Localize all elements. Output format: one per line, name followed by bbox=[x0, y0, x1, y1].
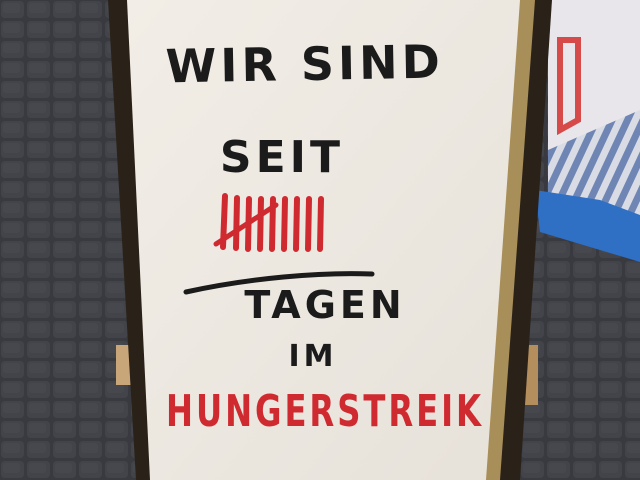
photo-scene: WIR SIND SEIT TAGEN IM HUNGERSTREIK bbox=[0, 0, 640, 480]
sign-line-tagen: TAGEN bbox=[244, 283, 405, 327]
background-tent bbox=[535, 0, 640, 262]
sign-line-seit: SEIT bbox=[220, 132, 344, 183]
sign-line-im: IM bbox=[288, 339, 337, 374]
sign-line-wir-sind: WIR SIND bbox=[165, 35, 444, 94]
sign-line-hungerstreik: HUNGERSTREIK bbox=[166, 386, 484, 437]
